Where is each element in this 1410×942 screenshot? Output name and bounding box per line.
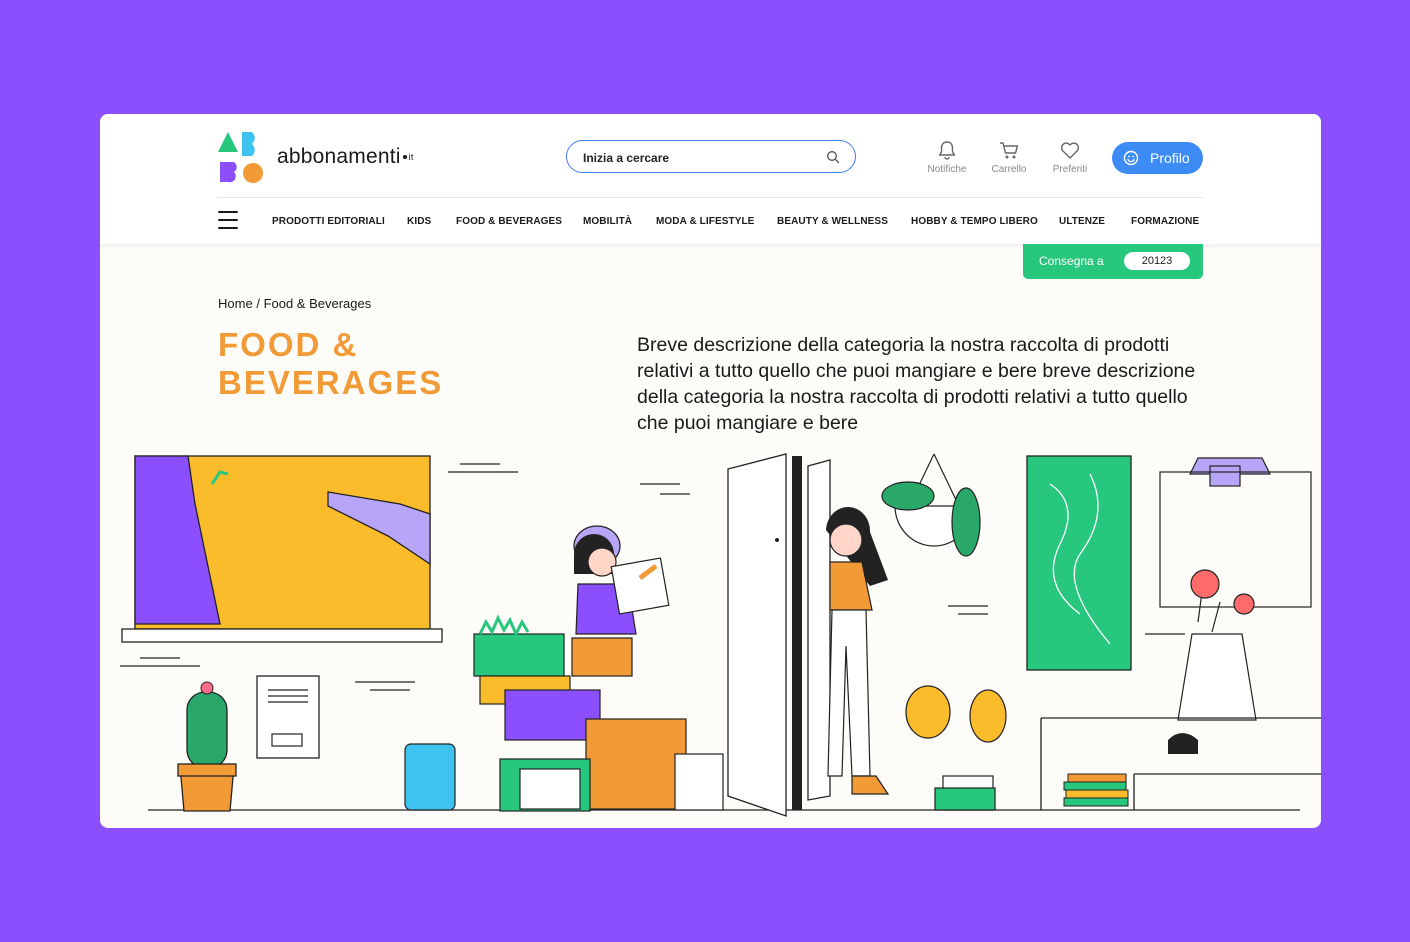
page-card: abbonamenti it Notifiche Carrello <box>100 114 1321 828</box>
category-description: Breve descrizione della categoria la nos… <box>637 334 1196 434</box>
nav-item-beauty-wellness[interactable]: BEAUTY & WELLNESS <box>777 216 888 227</box>
green-panel-illustration <box>1026 455 1132 671</box>
page-title-line2: BEVERAGES <box>218 364 444 401</box>
search-icon[interactable] <box>826 150 840 164</box>
nav-item-prodotti-editoriali[interactable]: PRODOTTI EDITORIALI <box>272 216 385 227</box>
sideboard-illustration <box>1040 717 1321 810</box>
nav-item-hobby-tempo-libero[interactable]: HOBBY & TEMPO LIBERO <box>911 216 1038 227</box>
favorites-label: Preferiti <box>1052 164 1088 175</box>
nav-item-mobilita[interactable]: MOBILITÀ <box>583 216 632 227</box>
brand-text: abbonamenti <box>277 145 401 168</box>
lamp-illustration <box>1159 457 1312 608</box>
page-title: FOOD & BEVERAGES <box>218 326 443 402</box>
profile-button[interactable]: Profilo <box>1112 142 1203 174</box>
cart-button[interactable]: Carrello <box>984 140 1034 175</box>
header: abbonamenti it Notifiche Carrello <box>100 114 1321 244</box>
bell-icon <box>938 141 956 160</box>
delivery-badge[interactable]: Consegna a 20123 <box>1023 244 1203 279</box>
heart-icon <box>1060 142 1080 159</box>
intercom-illustration <box>256 675 320 759</box>
woman-illustration <box>826 507 890 795</box>
cart-label: Carrello <box>991 164 1027 175</box>
brand-dot-icon <box>402 155 407 160</box>
brand-tld: it <box>408 152 414 163</box>
hanging-plant-illustration <box>881 453 981 557</box>
breadcrumb-home[interactable]: Home <box>218 296 253 311</box>
favorites-button[interactable]: Preferiti <box>1045 140 1095 175</box>
page-title-line1: FOOD & <box>218 326 359 363</box>
nav-item-moda-lifestyle[interactable]: MODA & LIFESTYLE <box>656 216 754 227</box>
window-illustration <box>121 455 443 643</box>
breadcrumb: Home / Food & Beverages <box>218 296 371 311</box>
hamburger-menu-icon[interactable] <box>218 211 238 229</box>
nav-item-food-beverages[interactable]: FOOD & BEVERAGES <box>456 216 562 227</box>
brand-logo[interactable] <box>218 130 264 184</box>
search-input[interactable] <box>581 148 815 168</box>
breadcrumb-current: Food & Beverages <box>263 296 372 311</box>
cart-icon <box>1000 142 1019 159</box>
delivery-label: Consegna a <box>1039 254 1104 268</box>
smiley-icon <box>1123 150 1139 166</box>
door-illustration <box>727 453 831 817</box>
floor-plant-illustration <box>905 685 1007 811</box>
profile-label: Profilo <box>1150 150 1190 166</box>
nav-item-ultenze[interactable]: ULTENZE <box>1059 216 1105 227</box>
notifications-label: Notifiche <box>927 164 967 175</box>
delivery-person-illustration <box>573 525 670 635</box>
vase-flowers-illustration <box>1177 569 1257 721</box>
nav-item-kids[interactable]: KIDS <box>407 216 431 227</box>
grocery-boxes-illustration <box>404 614 724 812</box>
cactus-illustration <box>177 681 237 812</box>
notifications-button[interactable]: Notifiche <box>922 140 972 175</box>
delivery-scene-illustration <box>120 453 1321 817</box>
search-bar[interactable] <box>566 140 856 173</box>
delivery-zip[interactable]: 20123 <box>1124 252 1190 270</box>
breadcrumb-separator: / <box>256 296 260 311</box>
nav-item-formazione[interactable]: FORMAZIONE <box>1131 216 1199 227</box>
header-divider <box>218 197 1203 198</box>
brand-name[interactable]: abbonamenti it <box>277 145 414 169</box>
